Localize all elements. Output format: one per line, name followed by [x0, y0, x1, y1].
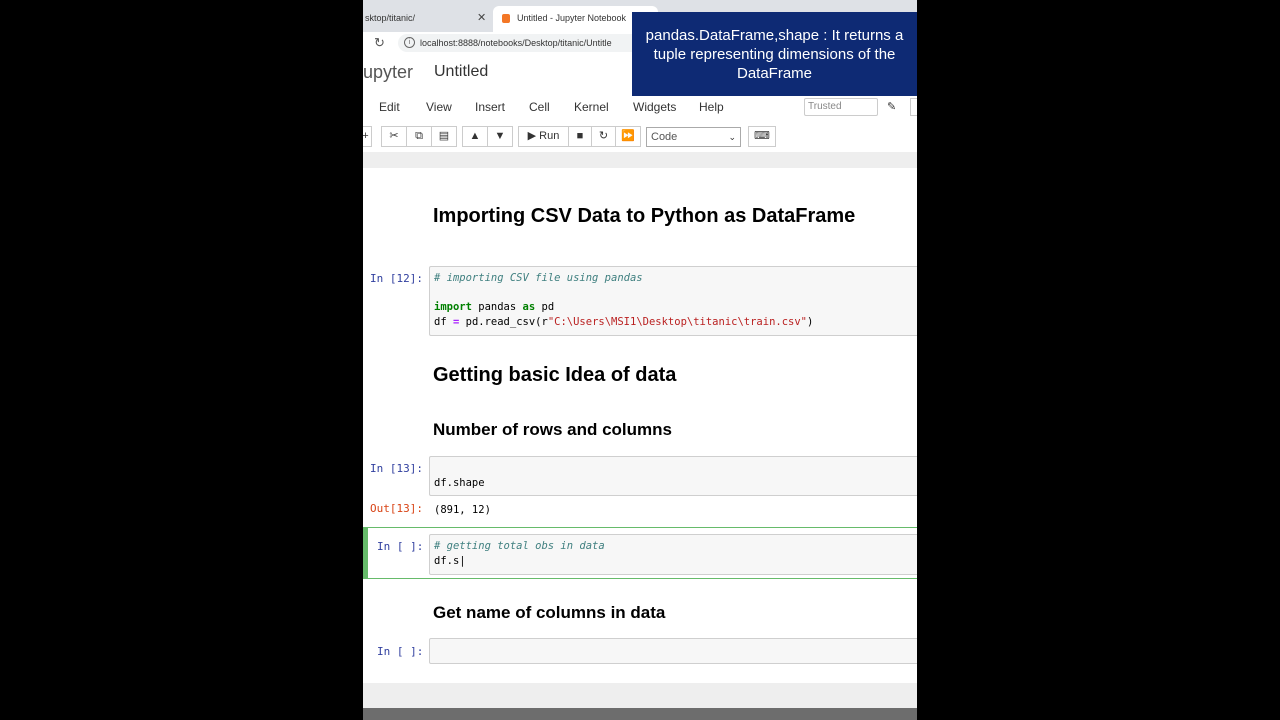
input-prompt: In [ ]: [377, 645, 424, 658]
trusted-indicator[interactable]: Trusted [804, 98, 878, 116]
menu-view[interactable]: View [426, 94, 452, 120]
tab-titanic-folder[interactable]: sktop/titanic/ [363, 6, 493, 32]
add-cell-button[interactable]: + [363, 126, 372, 147]
code-comment: # getting total obs in data [434, 540, 605, 552]
code-keyword: as [522, 301, 536, 313]
markdown-heading-rows-columns: Number of rows and columns [433, 420, 672, 439]
code-text: df.shape [434, 477, 485, 489]
close-icon[interactable]: ✕ [477, 5, 486, 31]
menu-insert[interactable]: Insert [475, 94, 505, 120]
explanation-caption: pandas.DataFrame,shape : It returns a tu… [632, 12, 917, 96]
code-cell-import[interactable]: # importing CSV file using pandas ​ impo… [429, 266, 917, 336]
code-comment: # importing CSV file using pandas [434, 272, 643, 284]
pencil-icon[interactable]: ✎ [887, 99, 896, 115]
run-label: Run [539, 130, 560, 142]
restart-icon[interactable]: ↻ [591, 126, 616, 147]
markdown-heading-basic-idea: Getting basic Idea of data [433, 364, 677, 386]
menu-kernel[interactable]: Kernel [574, 94, 609, 120]
browser-window: sktop/titanic/ ✕ Untitled - Jupyter Note… [363, 0, 917, 720]
input-prompt: In [ ]: [377, 540, 424, 553]
output-prompt: Out[13]: [370, 502, 423, 515]
taskbar-strip [363, 708, 917, 720]
paste-icon[interactable]: ▤ [431, 126, 457, 147]
menu-cell[interactable]: Cell [529, 94, 550, 120]
markdown-heading-column-names: Get name of columns in data [433, 603, 666, 622]
code-keyword: import [434, 301, 472, 313]
code-cell-editing[interactable]: # getting total obs in data df.s| [429, 534, 917, 575]
cut-icon[interactable]: ✂ [381, 126, 407, 147]
jupyter-favicon-icon [502, 14, 510, 23]
tab-title: sktop/titanic/ [365, 13, 416, 23]
move-down-icon[interactable]: ▼ [487, 126, 513, 147]
code-string: "C:\Users\MSI1\Desktop\titanic\train.csv… [547, 315, 807, 328]
notebook-container: Importing CSV Data to Python as DataFram… [363, 168, 917, 683]
code-text: pandas [471, 301, 523, 313]
code-text: pd [535, 301, 555, 313]
notebook-title[interactable]: Untitled [434, 60, 488, 84]
code-text: pd.read_csv(r [459, 315, 548, 328]
code-cell-empty[interactable] [429, 638, 917, 664]
url-text: localhost:8888/notebooks/Desktop/titanic… [420, 38, 612, 48]
code-text: ) [807, 315, 814, 328]
tab-title: Untitled - Jupyter Notebook [517, 13, 627, 23]
run-button[interactable]: ▶ Run [518, 126, 569, 147]
jupyter-logo[interactable]: upyter [363, 60, 413, 84]
reload-icon[interactable]: ↻ [374, 34, 385, 52]
notebook-toolbar: + ✂ ⧉ ▤ ▲ ▼ ▶ Run ■ ↻ ⏩ Code ⌄ ⌨ [363, 124, 917, 150]
menu-widgets[interactable]: Widgets [633, 94, 676, 120]
move-up-icon[interactable]: ▲ [462, 126, 488, 147]
fast-forward-icon[interactable]: ⏩ [615, 126, 641, 147]
menu-help[interactable]: Help [699, 94, 724, 120]
code-text: df [434, 315, 453, 328]
cell-type-value: Code [651, 131, 678, 143]
input-prompt: In [13]: [370, 462, 423, 475]
stop-icon[interactable]: ■ [568, 126, 592, 147]
chevron-down-icon: ⌄ [728, 132, 736, 142]
cell-output: (891, 12) [434, 504, 491, 516]
play-icon: ▶ [527, 130, 540, 142]
copy-icon[interactable]: ⧉ [406, 126, 432, 147]
code-text: df.s [434, 554, 460, 567]
text-cursor: | [459, 554, 466, 567]
menu-edit[interactable]: Edit [379, 94, 400, 120]
kernel-indicator [910, 98, 917, 116]
cell-type-select[interactable]: Code ⌄ [646, 127, 741, 147]
info-icon[interactable]: i [404, 37, 415, 48]
keyboard-icon[interactable]: ⌨ [748, 126, 776, 147]
markdown-heading-importing: Importing CSV Data to Python as DataFram… [433, 205, 856, 227]
code-cell-shape[interactable]: df.shape [429, 456, 917, 496]
input-prompt: In [12]: [370, 272, 423, 285]
